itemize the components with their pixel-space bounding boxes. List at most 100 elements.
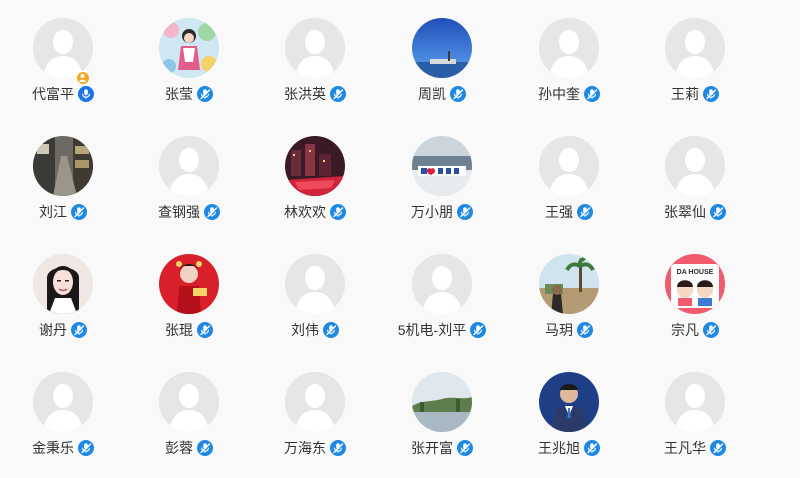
microphone-muted-icon[interactable]: [197, 440, 213, 456]
participant-name-row: 彭蓉: [126, 438, 252, 458]
default-avatar[interactable]: [159, 372, 219, 432]
microphone-muted-icon[interactable]: [584, 440, 600, 456]
participant-tile[interactable]: 周凯: [379, 0, 505, 102]
participant-tile[interactable]: 马玥: [506, 236, 632, 338]
microphone-muted-icon[interactable]: [197, 322, 213, 338]
microphone-muted-icon[interactable]: [323, 322, 339, 338]
default-avatar[interactable]: [33, 372, 93, 432]
participant-tile[interactable]: 张翠仙: [632, 118, 758, 220]
participant-tile[interactable]: 查钢强: [126, 118, 252, 220]
participant-tile[interactable]: 孙中奎: [506, 0, 632, 102]
participant-name: 张翠仙: [664, 204, 706, 220]
participant-tile[interactable]: 张开富: [379, 354, 505, 456]
participant-tile[interactable]: 万小朋: [379, 118, 505, 220]
participant-name-row: 王强: [506, 202, 632, 222]
participant-tile[interactable]: 张琨: [126, 236, 252, 338]
default-avatar[interactable]: [665, 136, 725, 196]
participant-name: 孙中奎: [538, 86, 580, 102]
default-avatar[interactable]: [665, 372, 725, 432]
participant-name-row: 张洪英: [252, 84, 378, 104]
participant-tile[interactable]: 张莹: [126, 0, 252, 102]
participant-name: 周凯: [418, 86, 446, 102]
avatar[interactable]: [159, 254, 219, 314]
microphone-muted-icon[interactable]: [78, 440, 94, 456]
participant-name-row: 刘江: [0, 202, 126, 222]
participant-tile[interactable]: 万海东: [252, 354, 378, 456]
microphone-muted-icon[interactable]: [577, 322, 593, 338]
default-avatar[interactable]: [285, 372, 345, 432]
participant-name-row: 张莹: [126, 84, 252, 104]
microphone-muted-icon[interactable]: [703, 86, 719, 102]
avatar[interactable]: [539, 254, 599, 314]
participant-tile[interactable]: 谢丹: [0, 236, 126, 338]
default-avatar[interactable]: [159, 136, 219, 196]
microphone-muted-icon[interactable]: [470, 322, 487, 338]
default-avatar[interactable]: [285, 18, 345, 78]
participant-name-row: 宗凡: [632, 320, 758, 340]
microphone-muted-icon[interactable]: [710, 440, 726, 456]
participant-name: 王强: [545, 204, 573, 220]
default-avatar[interactable]: [412, 254, 472, 314]
participant-tile[interactable]: 刘伟: [252, 236, 378, 338]
microphone-muted-icon[interactable]: [71, 204, 87, 220]
microphone-muted-icon[interactable]: [71, 322, 87, 338]
participant-name: 张洪英: [284, 86, 326, 102]
microphone-muted-icon[interactable]: [197, 86, 213, 102]
microphone-muted-icon[interactable]: [703, 322, 719, 338]
default-avatar[interactable]: [539, 136, 599, 196]
participant-name: 张琨: [165, 322, 193, 338]
avatar[interactable]: [539, 372, 599, 432]
participant-name: 5机电-刘平: [397, 322, 467, 338]
participant-name: 金秉乐: [32, 440, 74, 456]
microphone-muted-icon[interactable]: [450, 86, 466, 102]
avatar[interactable]: [159, 18, 219, 78]
avatar[interactable]: [412, 136, 472, 196]
participant-name-row: 代富平: [0, 84, 126, 104]
participant-name-row: 金秉乐: [0, 438, 126, 458]
default-avatar[interactable]: [285, 254, 345, 314]
participant-tile[interactable]: 5机电-刘平: [379, 236, 505, 338]
avatar[interactable]: [412, 372, 472, 432]
participant-tile[interactable]: 张洪英: [252, 0, 378, 102]
microphone-muted-icon[interactable]: [330, 204, 346, 220]
participant-name: 林欢欢: [284, 204, 326, 220]
microphone-muted-icon[interactable]: [204, 204, 220, 220]
participant-tile[interactable]: 王莉: [632, 0, 758, 102]
microphone-muted-icon[interactable]: [457, 440, 473, 456]
participant-name-row: 张琨: [126, 320, 252, 340]
microphone-muted-icon[interactable]: [330, 86, 346, 102]
participant-name: 查钢强: [158, 204, 200, 220]
svg-text:DA HOUSE: DA HOUSE: [677, 269, 714, 276]
default-avatar[interactable]: [665, 18, 725, 78]
participant-tile[interactable]: 金秉乐: [0, 354, 126, 456]
avatar[interactable]: [285, 136, 345, 196]
participant-tile[interactable]: 王凡华: [632, 354, 758, 456]
avatar[interactable]: [33, 254, 93, 314]
microphone-muted-icon[interactable]: [457, 204, 473, 220]
microphone-muted-icon[interactable]: [577, 204, 593, 220]
participant-tile[interactable]: 代富平: [0, 0, 126, 102]
microphone-muted-icon[interactable]: [584, 86, 600, 102]
microphone-muted-icon[interactable]: [710, 204, 726, 220]
participant-name-row: 王兆旭: [506, 438, 632, 458]
participant-tile[interactable]: 林欢欢: [252, 118, 378, 220]
participant-name-row: 马玥: [506, 320, 632, 340]
participant-tile[interactable]: 王兆旭: [506, 354, 632, 456]
participant-grid: 代富平 张莹 张洪英 周凯 孙中奎 王莉 刘江 查钢强 林欢欢 万小朋 王强 张…: [0, 0, 800, 478]
avatar[interactable]: DA HOUSE: [665, 254, 725, 314]
participant-name: 谢丹: [39, 322, 67, 338]
microphone-muted-icon[interactable]: [330, 440, 346, 456]
avatar[interactable]: [33, 136, 93, 196]
participant-name: 刘江: [39, 204, 67, 220]
participant-tile[interactable]: 彭蓉: [126, 354, 252, 456]
participant-name: 宗凡: [671, 322, 699, 338]
microphone-icon[interactable]: [78, 86, 94, 102]
participant-tile[interactable]: DA HOUSE 宗凡: [632, 236, 758, 338]
default-avatar[interactable]: [33, 18, 93, 78]
avatar[interactable]: [412, 18, 472, 78]
participant-tile[interactable]: 王强: [506, 118, 632, 220]
participant-name: 王兆旭: [538, 440, 580, 456]
participant-name: 马玥: [545, 322, 573, 338]
participant-tile[interactable]: 刘江: [0, 118, 126, 220]
default-avatar[interactable]: [539, 18, 599, 78]
